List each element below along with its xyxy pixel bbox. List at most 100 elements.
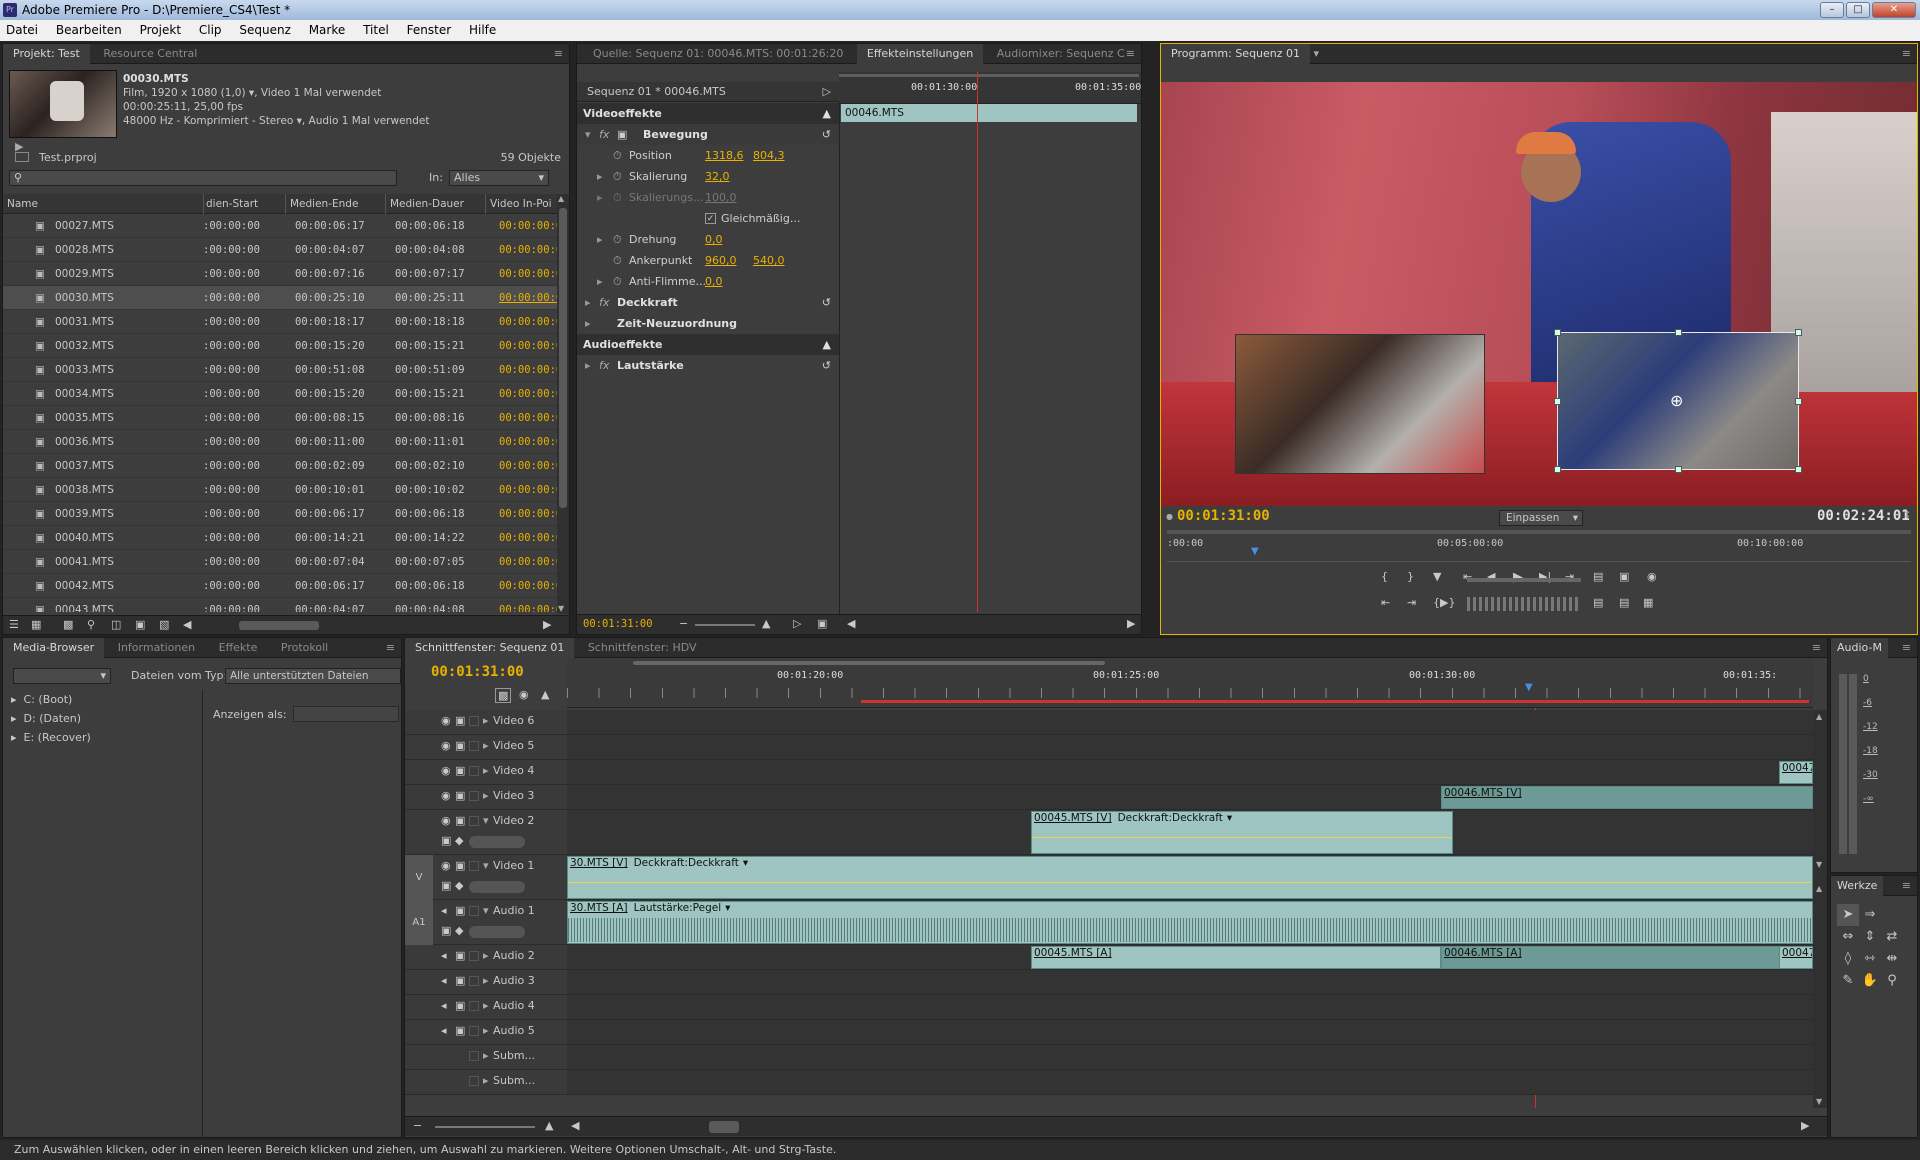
track-area[interactable]: 00046.MTS [V] bbox=[567, 785, 1813, 810]
table-row[interactable]: ▣ 00027.MTS:00:00:00 00:00:06:17 00:00:06:1… bbox=[3, 214, 557, 238]
table-row[interactable]: ▣ 00037.MTS:00:00:00 00:00:02:09 00:00:02:1… bbox=[3, 454, 557, 478]
speaker-icon[interactable]: ◂ bbox=[441, 999, 447, 1012]
track-lock-checkbox[interactable] bbox=[469, 716, 479, 726]
expand-triangle-icon[interactable]: ▸ bbox=[483, 1049, 489, 1062]
timeline-ruler[interactable]: 00:01:20:00 00:01:25:00 00:01:30:00 00:0… bbox=[567, 658, 1813, 708]
tab-program-monitor[interactable]: Programm: Sequenz 01 bbox=[1161, 44, 1311, 64]
panel-menu-icon[interactable]: ≡ bbox=[1126, 44, 1135, 64]
keyframe-icon[interactable]: ◆ bbox=[455, 924, 463, 937]
track-area[interactable] bbox=[567, 1070, 1813, 1095]
keyframe-navigator[interactable] bbox=[469, 926, 525, 938]
zoom-in-icon[interactable]: ▲ bbox=[545, 1119, 553, 1132]
anchor-y-value[interactable]: 540,0 bbox=[753, 250, 785, 271]
scale-value[interactable]: 32,0 bbox=[705, 166, 730, 187]
speaker-icon[interactable]: ◂ bbox=[441, 974, 447, 987]
panel-menu-icon[interactable]: ≡ bbox=[386, 638, 395, 658]
track-area[interactable]: 00047.M bbox=[567, 760, 1813, 785]
maximize-button[interactable]: □ bbox=[1846, 2, 1870, 18]
volume-effect-row[interactable]: ▸ fx Lautstärke ↺ bbox=[577, 355, 839, 376]
snap-icon[interactable]: ▩ bbox=[495, 688, 512, 703]
stopwatch-icon[interactable]: ⏱ bbox=[613, 145, 622, 166]
toggle-track-output-icon[interactable]: ◉ bbox=[441, 859, 451, 872]
menu-projekt[interactable]: Projekt bbox=[140, 23, 181, 37]
file-type-select[interactable]: Alle unterstützten Dateien bbox=[225, 668, 401, 684]
toggle-track-output-icon[interactable]: ◉ bbox=[441, 789, 451, 802]
stopwatch-icon[interactable]: ⏱ bbox=[613, 271, 622, 292]
timeline-clip[interactable]: 00045.MTS [V] Deckkraft:Deckkraft ▾ bbox=[1031, 811, 1453, 854]
track-header[interactable]: ◂ ▣ ▸ Audio 4 bbox=[405, 995, 567, 1020]
tab-timeline-hdv[interactable]: Schnittfenster: HDV bbox=[578, 638, 707, 658]
timeline-current-time[interactable]: 00:01:31:00 bbox=[431, 664, 524, 680]
sync-lock-icon[interactable]: ▣ bbox=[455, 764, 465, 777]
expand-triangle-icon[interactable]: ▸ bbox=[11, 712, 17, 725]
track-lock-checkbox[interactable] bbox=[469, 861, 479, 871]
tab-info[interactable]: Informationen bbox=[108, 638, 205, 658]
track-header[interactable]: ◉ ▣ ▸ Video 5 bbox=[405, 735, 567, 760]
display-style-icon[interactable]: ▣ bbox=[441, 879, 451, 892]
track-area[interactable] bbox=[567, 1020, 1813, 1045]
fx-icon[interactable]: fx bbox=[599, 355, 609, 376]
transform-handle[interactable] bbox=[1554, 398, 1561, 405]
sync-lock-icon[interactable]: ▣ bbox=[455, 949, 465, 962]
zoom-tool-icon[interactable]: ⚲ bbox=[1881, 970, 1903, 992]
expand-triangle-icon[interactable]: ▾ bbox=[483, 859, 489, 872]
table-row[interactable]: ▣ 00033.MTS:00:00:00 00:00:51:08 00:00:51:0… bbox=[3, 358, 557, 382]
track-lock-checkbox[interactable] bbox=[469, 1026, 479, 1036]
safe-margins-icon[interactable]: ▣ bbox=[1619, 570, 1629, 583]
pen-tool-icon[interactable]: ✎ bbox=[1837, 970, 1859, 992]
drive-d[interactable]: ▸ D: (Daten) bbox=[3, 709, 202, 728]
opacity-rubberband[interactable] bbox=[568, 882, 1812, 883]
goto-next-edit-icon[interactable]: ⇥ bbox=[1407, 596, 1416, 609]
collapse-icon[interactable]: ▲ bbox=[823, 334, 831, 355]
panel-menu-icon[interactable]: ≡ bbox=[1902, 876, 1911, 896]
sync-lock-icon[interactable]: ▣ bbox=[455, 814, 465, 827]
jog-wheel[interactable] bbox=[1467, 597, 1581, 611]
antiflicker-value[interactable]: 0,0 bbox=[705, 271, 723, 292]
uniform-scale-checkbox[interactable]: ✓ bbox=[705, 213, 716, 224]
track-area[interactable]: 30.MTS [V] Deckkraft:Deckkraft ▾ bbox=[567, 855, 1813, 900]
show-as-select[interactable] bbox=[293, 706, 399, 722]
goto-previous-edit-icon[interactable]: ⇤ bbox=[1381, 596, 1390, 609]
col-media-start[interactable]: dien-Start bbox=[203, 194, 258, 214]
motion-effect-row[interactable]: ▾ fx ▣ Bewegung ↺ bbox=[577, 124, 839, 145]
table-row[interactable]: ▣ 00040.MTS:00:00:00 00:00:14:21 00:00:14:2… bbox=[3, 526, 557, 550]
pip-clip-left[interactable] bbox=[1235, 334, 1485, 474]
track-lock-checkbox[interactable] bbox=[469, 1001, 479, 1011]
timeline-clip[interactable]: 00045.MTS [A] bbox=[1031, 946, 1441, 969]
motion-toggle-icon[interactable]: ▣ bbox=[617, 124, 627, 145]
reset-icon[interactable]: ↺ bbox=[822, 292, 831, 313]
expand-triangle-icon[interactable]: ▸ bbox=[585, 292, 591, 313]
track-lock-checkbox[interactable] bbox=[469, 741, 479, 751]
track-header[interactable]: V ◉ ▣ ▾ Video 1 ▣ ◆ bbox=[405, 855, 567, 900]
transform-handle[interactable] bbox=[1795, 329, 1802, 336]
expand-triangle-icon[interactable]: ▸ bbox=[483, 999, 489, 1012]
expand-triangle-icon[interactable]: ▸ bbox=[11, 731, 17, 744]
sync-lock-icon[interactable]: ▣ bbox=[455, 739, 465, 752]
col-name[interactable]: Name bbox=[7, 194, 38, 214]
tab-audio-mixer[interactable]: Audiomixer: Sequenz C bbox=[987, 44, 1135, 64]
rate-stretch-tool-icon[interactable]: ⇄ bbox=[1881, 926, 1903, 948]
slip-tool-icon[interactable]: ⇿ bbox=[1859, 948, 1881, 970]
expand-triangle-icon[interactable]: ▸ bbox=[483, 1074, 489, 1087]
timeline-zoom-bar[interactable] bbox=[633, 661, 1105, 665]
timeline-vertical-scrollbar[interactable]: ▲ ▼ ▲ ▼ bbox=[1813, 710, 1827, 1108]
track-header[interactable]: ◉ ▣ ▸ Video 3 bbox=[405, 785, 567, 810]
timeline-zoom-slider[interactable] bbox=[435, 1126, 535, 1128]
expand-triangle-icon[interactable]: ▾ bbox=[585, 124, 591, 145]
selection-tool-icon[interactable]: ➤ bbox=[1837, 904, 1859, 926]
automate-sequence-icon[interactable]: ▩ bbox=[63, 618, 73, 631]
track-area[interactable] bbox=[567, 970, 1813, 995]
toggle-track-output-icon[interactable]: ◉ bbox=[441, 714, 451, 727]
clip-effect-dropdown[interactable]: Deckkraft:Deckkraft bbox=[630, 857, 743, 869]
timeline-clip[interactable]: 00046.MTS [V] bbox=[1441, 786, 1813, 809]
expand-triangle-icon[interactable]: ▸ bbox=[483, 974, 489, 987]
slide-tool-icon[interactable]: ⇹ bbox=[1881, 948, 1903, 970]
tab-project[interactable]: Projekt: Test bbox=[3, 44, 90, 64]
expand-triangle-icon[interactable]: ▸ bbox=[597, 166, 603, 187]
timeline-clip[interactable]: 00046.MTS [A] bbox=[1441, 946, 1813, 969]
col-media-duration[interactable]: Medien-Dauer bbox=[385, 194, 464, 214]
track-header[interactable]: ◂ ▣ ▸ Audio 3 bbox=[405, 970, 567, 995]
track-area[interactable]: 00045.MTS [V] Deckkraft:Deckkraft ▾ bbox=[567, 810, 1813, 855]
tab-source-monitor[interactable]: Quelle: Sequenz 01: 00046.MTS: 00:01:26:… bbox=[577, 44, 853, 64]
speaker-icon[interactable]: ◂ bbox=[441, 1024, 447, 1037]
